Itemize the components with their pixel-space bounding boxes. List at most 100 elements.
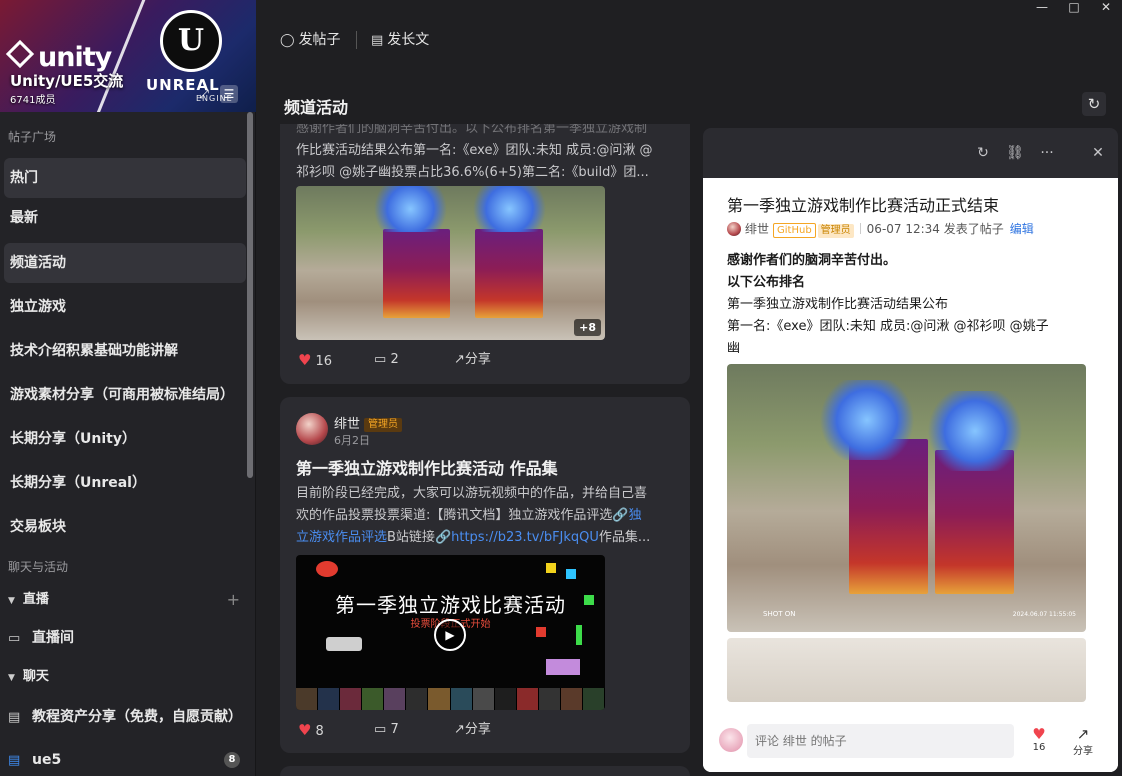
video-thumbnail[interactable]: 第一季独立游戏比赛活动 投票阶段正式开始 ▶ [296,555,605,710]
post-feed: 感谢作者们的脑洞辛苦付出。以下公布排名第一季独立游戏制 作比赛活动结果公布第一名… [280,124,692,776]
detail-image[interactable] [727,638,1086,702]
doc-link[interactable]: 立游戏作品评选 [296,530,387,545]
avatar[interactable] [296,413,328,445]
comment-input[interactable] [747,724,1014,758]
comment-icon: ▭ [374,722,387,737]
group-banner[interactable]: unity U UNREAL ENGINE Unity/UE5交流 6741成员… [0,0,256,112]
toolbar-divider [356,31,357,49]
channel-label: 教程资产分享（免费，自愿贡献） [32,709,242,725]
like-button[interactable]: ♥ 8 [298,720,324,742]
chat-group-label: 聊天 [22,669,49,684]
sidebar-item-unity-share[interactable]: 长期分享（Unity） [4,419,246,459]
comment-icon: ▭ [374,352,387,367]
app-window: — □ ✕ unity U UNREAL ENGINE Unity/UE5交流 … [0,0,1122,776]
live-group-toggle[interactable]: ▼ 直播 + [8,586,246,614]
channel-tutorial-assets[interactable]: ▤ 教程资产分享（免费，自愿贡献） [8,702,246,732]
heart-icon: ♥ [298,351,312,369]
bilibili-link[interactable]: 🔗https://b23.tv/bFJkqQU [435,530,599,545]
section-label-chat: 聊天与活动 [8,560,69,574]
sidebar-scrollbar[interactable] [247,112,253,478]
like-button[interactable]: ♥ 16 [1026,726,1052,753]
heart-icon: ♥ [1032,725,1046,743]
maximize-button[interactable]: □ [1058,0,1090,14]
close-icon[interactable]: ✕ [1089,144,1107,162]
close-window-button[interactable]: ✕ [1090,0,1122,14]
share-icon: ↗ [1076,725,1090,743]
channel-ue5[interactable]: ▤ ue5 8 [8,745,246,775]
group-title: Unity/UE5交流 [10,72,124,90]
post-image[interactable]: +8 [296,186,605,340]
more-icon[interactable]: ··· [1038,144,1056,162]
heart-icon: ♥ [298,721,312,739]
post-title[interactable]: 第一季独立游戏制作比赛活动 作品集 [296,455,558,479]
post-actions: ♥ 8 ▭ 7 ↗分享 [298,720,678,740]
comment-button[interactable]: ▭ 7 [374,720,399,740]
image-date: 2024.06.07 11:55:05 [1012,611,1076,618]
edit-link[interactable]: 编辑 [1010,222,1034,236]
refresh-icon[interactable]: ↻ [1082,92,1106,116]
avatar[interactable] [727,222,741,236]
sidebar-item-tech-basics[interactable]: 技术介绍积累基础功能讲解 [4,331,246,371]
comment-bar: ♥16 ↗ 分享 [703,714,1118,772]
sidebar-item-trading[interactable]: 交易板块 [4,507,246,547]
window-controls: — □ ✕ [1026,0,1122,14]
unity-logo: unity [5,39,112,73]
sidebar-item-latest[interactable]: 最新 [4,198,246,238]
post-date: 6月2日 [334,434,370,447]
sidebar-item-indie-games[interactable]: 独立游戏 [4,287,246,327]
video-title: 第一季独立游戏比赛活动 [335,593,566,617]
more-images-badge: +8 [574,319,601,336]
post-detail-panel: 第一季独立游戏制作比赛活动正式结束 绯世 GitHub 管理员 06-07 12:34… [703,178,1118,772]
unread-badge: 8 [224,752,240,768]
caret-down-icon: ▼ [8,673,15,683]
channel-label: 直播间 [32,630,74,646]
post-card[interactable]: 绯世 管理员 6月2日 第一季独立游戏制作比赛活动 作品集 目前阶段已经完成，大家… [280,397,690,753]
new-post-button[interactable]: ◯ 发帖子 [280,30,341,50]
share-icon: ↗ [454,722,465,737]
like-count: 16 [315,354,332,369]
menu-icon[interactable]: ☰ [220,85,238,103]
post-author[interactable]: 绯世 管理员 [334,413,403,432]
post-card[interactable]: 感谢作者们的脑洞辛苦付出。以下公布排名第一季独立游戏制 作比赛活动结果公布第一名… [280,124,690,384]
detail-image[interactable]: SHOT ON 2024.06.07 11:55:05 [727,364,1086,632]
live-group-label: 直播 [22,592,49,607]
post-actions: ♥ 16 ▭ 2 ↗分享 [298,350,678,370]
video-thumbs-strip [296,688,605,710]
post-card[interactable] [280,766,690,776]
new-long-post-label: 发长文 [387,32,430,48]
share-button[interactable]: ↗分享 [1070,726,1096,757]
share-label: 分享 [464,722,491,737]
refresh-icon[interactable]: ↻ [974,144,992,162]
share-label: 分享 [464,352,491,367]
chat-icon: ▤ [8,753,21,768]
sidebar-item-unreal-share[interactable]: 长期分享（Unreal） [4,463,246,503]
share-button[interactable]: ↗分享 [454,350,491,370]
share-icon: ↗ [454,352,465,367]
detail-content: 感谢作者们的脑洞辛苦付出。 以下公布排名 第一季独立游戏制作比赛活动结果公布 第… [727,253,1049,356]
like-button[interactable]: ♥ 16 [298,350,332,372]
sidebar-item-assets[interactable]: 游戏素材分享（可商用被标准结局） [4,375,246,415]
share-button[interactable]: ↗分享 [454,720,491,740]
like-count: 8 [315,724,324,739]
new-post-label: 发帖子 [298,32,341,48]
channel-live-room[interactable]: ▭ 直播间 [8,623,246,653]
new-long-post-button[interactable]: ▤ 发长文 [371,30,429,50]
github-badge: GitHub [773,223,816,238]
minimize-button[interactable]: — [1026,0,1058,14]
post-excerpt: 感谢作者们的脑洞辛苦付出。以下公布排名第一季独立游戏制 作比赛活动结果公布第一名… [296,124,653,180]
sidebar-item-hot[interactable]: 热门 [4,158,246,198]
detail-author[interactable]: 绯世 [745,222,769,236]
admin-badge: 管理员 [817,224,854,238]
add-icon[interactable]: + [227,586,240,614]
expand-icon[interactable]: ⤢ [196,86,212,102]
section-label-posts: 帖子广场 [8,130,57,144]
comment-button[interactable]: ▭ 2 [374,350,399,370]
doc-link[interactable]: 🔗独 [612,508,641,523]
link-icon[interactable]: ⛓ [1006,144,1024,162]
chat-group-toggle[interactable]: ▼ 聊天 [8,663,246,691]
comment-count: 7 [390,722,399,737]
admin-badge: 管理员 [364,418,403,432]
sidebar-item-channel-activity[interactable]: 频道活动 [4,243,246,283]
live-icon: ▭ [8,631,21,646]
play-icon[interactable]: ▶ [434,619,466,651]
